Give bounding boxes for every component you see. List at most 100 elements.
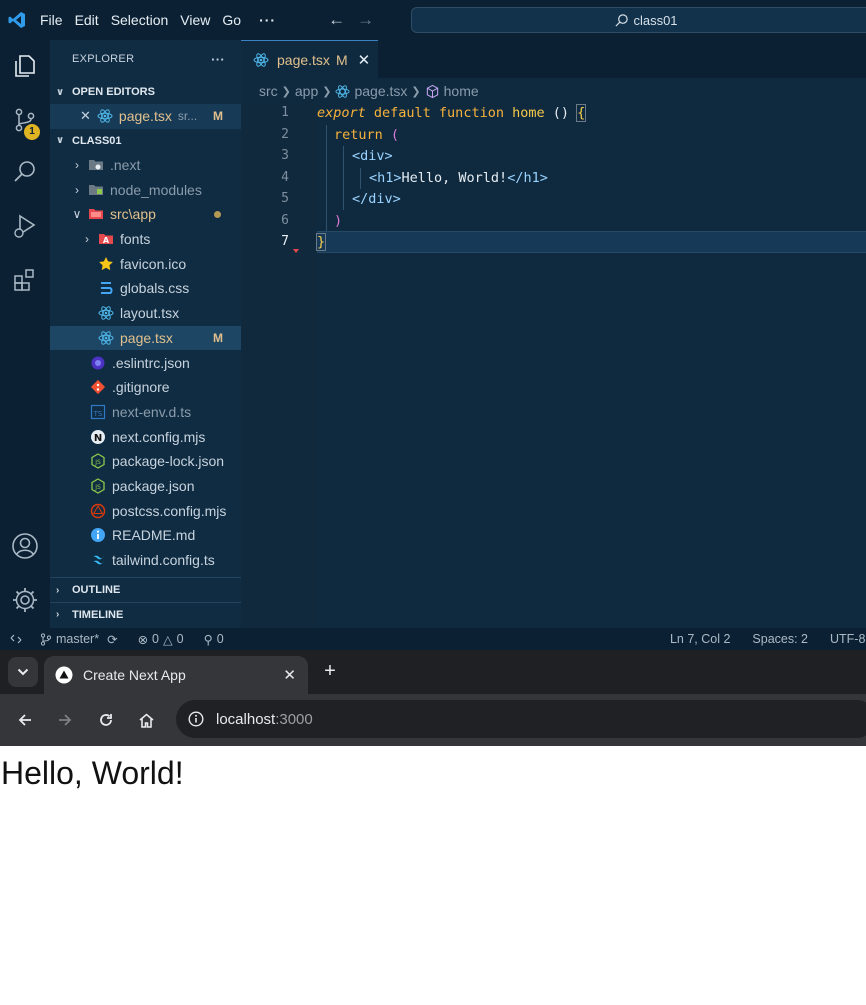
ports-status[interactable]: ⚲ 0 xyxy=(204,632,224,647)
postcss-icon xyxy=(90,503,106,519)
tab-search-button[interactable] xyxy=(8,657,38,687)
address-bar[interactable]: localhost:3000 xyxy=(176,700,866,738)
tree-item-gitignore[interactable]: .gitignore xyxy=(50,375,241,400)
tree-item-label: .eslintrc.json xyxy=(112,354,190,371)
encoding[interactable]: UTF-8 xyxy=(830,632,866,646)
breadcrumb-src[interactable]: src xyxy=(259,83,278,99)
code-line-5: </div> xyxy=(352,191,401,207)
explorer-icon[interactable] xyxy=(0,42,50,90)
source-control-icon[interactable]: 1 xyxy=(0,96,50,144)
timeline-section[interactable]: › TIMELINE xyxy=(50,602,241,626)
tree-item-next[interactable]: › .next xyxy=(50,153,241,178)
site-info-icon[interactable] xyxy=(188,711,204,727)
menu-go[interactable]: Go xyxy=(216,12,247,28)
folder-gear-icon xyxy=(88,157,104,173)
close-icon[interactable]: ✕ xyxy=(80,108,91,124)
search-icon xyxy=(615,13,629,27)
menu-edit[interactable]: Edit xyxy=(69,12,105,28)
command-center-search[interactable]: class01 xyxy=(411,7,866,33)
search-text: class01 xyxy=(633,12,678,28)
tree-item-postcss[interactable]: postcss.config.mjs xyxy=(50,498,241,523)
tree-item-readme[interactable]: README.md xyxy=(50,523,241,548)
tab-close-icon[interactable]: ✕ xyxy=(358,51,371,69)
outline-section-wrap: › OUTLINE › TIMELINE xyxy=(50,577,241,626)
vscode-logo-icon[interactable] xyxy=(0,0,34,40)
tree-item-globals-css[interactable]: globals.css xyxy=(50,276,241,301)
open-editors-section[interactable]: ∨ OPEN EDITORS xyxy=(50,80,241,104)
code-line-6: ) xyxy=(334,212,343,229)
react-icon xyxy=(98,330,114,346)
explorer-sidebar: EXPLORER ··· ∨ OPEN EDITORS ✕ page.tsx s… xyxy=(50,40,241,628)
git-icon xyxy=(90,379,106,395)
tree-item-fonts[interactable]: › A fonts xyxy=(50,227,241,252)
browser-reload-icon[interactable] xyxy=(93,707,119,733)
chevron-right-icon: › xyxy=(75,182,79,197)
tree-item-label: postcss.config.mjs xyxy=(112,502,227,519)
back-arrow-icon[interactable]: ← xyxy=(328,10,345,30)
browser-tab-close-icon[interactable]: ✕ xyxy=(283,666,296,684)
breadcrumb-symbol[interactable]: home xyxy=(444,83,479,99)
chevron-down-icon: ∨ xyxy=(72,207,82,222)
chevron-down-icon xyxy=(17,668,29,676)
account-icon[interactable] xyxy=(0,522,50,570)
run-debug-icon[interactable] xyxy=(0,202,50,250)
tree-item-eslintrc[interactable]: .eslintrc.json xyxy=(50,350,241,375)
tree-item-next-config[interactable]: N next.config.mjs xyxy=(50,424,241,449)
menu-view[interactable]: View xyxy=(174,12,216,28)
tree-item-node-modules[interactable]: › node_modules xyxy=(50,177,241,202)
forward-arrow-icon[interactable]: → xyxy=(357,10,374,30)
cursor-position[interactable]: Ln 7, Col 2 xyxy=(670,632,730,646)
explorer-more-button[interactable]: ··· xyxy=(211,52,225,67)
tree-item-favicon[interactable]: favicon.ico xyxy=(50,251,241,276)
tab-label: page.tsx xyxy=(277,51,330,68)
tree-item-tailwind[interactable]: tailwind.config.ts xyxy=(50,548,241,573)
open-editor-item[interactable]: ✕ page.tsx sr... M xyxy=(50,104,241,129)
problems-status[interactable]: ⊗ 0 △ 0 xyxy=(138,632,184,647)
settings-gear-icon[interactable] xyxy=(0,576,50,624)
browser-forward-icon[interactable] xyxy=(52,707,78,733)
line-number: 2 xyxy=(281,126,289,142)
tree-item-layout-tsx[interactable]: layout.tsx xyxy=(50,301,241,326)
code-line-2: return ( xyxy=(334,126,400,143)
tree-item-label: tailwind.config.ts xyxy=(112,552,215,569)
tab-status: M xyxy=(335,51,348,68)
chevron-down-icon: ∨ xyxy=(56,86,65,98)
tree-item-package-lock[interactable]: JS package-lock.json xyxy=(50,449,241,474)
line-gutter: 1 2 3 4 5 6 7 xyxy=(241,103,317,628)
menu-selection[interactable]: Selection xyxy=(105,12,175,28)
editor-tab-bar: page.tsx M ✕ xyxy=(241,40,866,78)
extensions-icon[interactable] xyxy=(0,256,50,304)
warning-count: 0 xyxy=(176,632,184,646)
sync-icon: ⟳ xyxy=(107,632,118,647)
browser-home-icon[interactable] xyxy=(133,707,159,733)
menu-more[interactable]: ··· xyxy=(253,12,282,28)
breadcrumb-file[interactable]: page.tsx xyxy=(354,83,407,99)
remote-icon[interactable] xyxy=(10,633,22,645)
tree-item-label: page.tsx xyxy=(120,329,173,346)
react-icon xyxy=(335,84,350,99)
tree-item-package-json[interactable]: JS package.json xyxy=(50,474,241,499)
typescript-icon: TS xyxy=(90,404,106,420)
line-number: 4 xyxy=(281,169,289,185)
search-sidebar-icon[interactable] xyxy=(0,148,50,196)
page-heading: Hello, World! xyxy=(1,755,184,791)
tree-item-src-app[interactable]: ∨ src\app xyxy=(50,202,241,227)
title-bar: File Edit Selection View Go ··· ← → clas… xyxy=(0,0,866,40)
tree-item-page-tsx[interactable]: page.tsx M xyxy=(50,325,241,351)
outline-section[interactable]: › OUTLINE xyxy=(50,578,241,602)
new-tab-button[interactable]: + xyxy=(316,657,344,685)
breadcrumb-app[interactable]: app xyxy=(295,83,318,99)
indentation[interactable]: Spaces: 2 xyxy=(752,632,808,646)
open-editor-name: page.tsx xyxy=(118,108,172,125)
explorer-title: EXPLORER xyxy=(72,53,135,65)
tab-page-tsx[interactable]: page.tsx M ✕ xyxy=(241,40,378,78)
menu-file[interactable]: File xyxy=(34,12,69,28)
folder-node-icon xyxy=(88,182,104,198)
folder-section[interactable]: ∨ CLASS01 xyxy=(50,129,241,153)
tree-item-next-env[interactable]: TS next-env.d.ts xyxy=(50,400,241,425)
branch-status[interactable]: master* ⟳ xyxy=(40,632,118,647)
code-editor[interactable]: export default function home () { return… xyxy=(315,103,866,628)
browser-tab[interactable]: Create Next App ✕ xyxy=(44,656,308,694)
browser-back-icon[interactable] xyxy=(12,707,38,733)
error-icon: ⊗ xyxy=(137,632,149,647)
